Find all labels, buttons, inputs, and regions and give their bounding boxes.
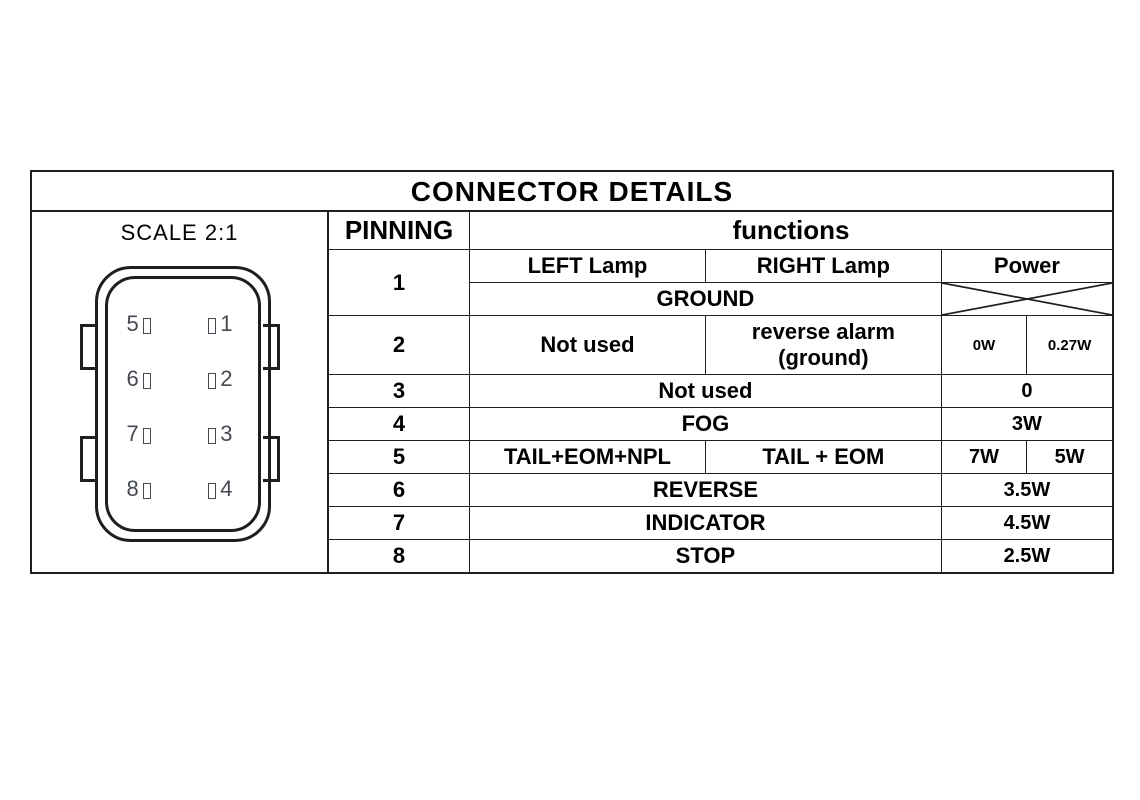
function-cell: INDICATOR	[470, 507, 942, 540]
function-cell: TAIL+EOM+NPL	[470, 441, 706, 474]
function-cell: reverse alarm (ground)	[705, 316, 941, 375]
function-cell: STOP	[470, 540, 942, 573]
table-row: PINNING functions	[329, 212, 1112, 250]
function-cell: TAIL + EOM	[705, 441, 941, 474]
col-header-functions: functions	[470, 212, 1112, 250]
function-cell: Not used	[470, 316, 706, 375]
function-cell: Not used	[470, 375, 942, 408]
col-header-right-lamp: RIGHT Lamp	[705, 250, 941, 283]
power-cell: 5W	[1027, 441, 1112, 474]
pin-number: 3	[329, 375, 470, 408]
table-row: 3 Not used 0	[329, 375, 1112, 408]
pin-table: PINNING functions 1 LEFT Lamp RIGHT Lamp…	[329, 212, 1112, 572]
connector-pin-labels: 5 1 6 2 7 3 8 4	[105, 276, 255, 526]
pin-number: 6	[329, 474, 470, 507]
table-row: 5 TAIL+EOM+NPL TAIL + EOM 7W 5W	[329, 441, 1112, 474]
power-cell: 0W	[941, 316, 1026, 375]
col-header-left-lamp: LEFT Lamp	[470, 250, 706, 283]
power-cell: 0	[941, 375, 1112, 408]
power-cell: 0.27W	[1027, 316, 1112, 375]
pin-number: 8	[329, 540, 470, 573]
connector-tab-icon	[80, 436, 97, 482]
pin-number: 5	[329, 441, 470, 474]
function-cell: REVERSE	[470, 474, 942, 507]
pin-label: 4	[208, 476, 232, 502]
connector-drawing: 5 1 6 2 7 3 8 4	[75, 266, 285, 536]
pin-label: 3	[208, 421, 232, 447]
connector-details-panel: CONNECTOR DETAILS SCALE 2:1 5 1 6	[30, 170, 1114, 574]
table-row: 7 INDICATOR 4.5W	[329, 507, 1112, 540]
table-row: 6 REVERSE 3.5W	[329, 474, 1112, 507]
pin-label: 7	[127, 421, 151, 447]
col-header-pinning: PINNING	[329, 212, 470, 250]
panel-body: SCALE 2:1 5 1 6 2	[32, 212, 1112, 572]
scale-label: SCALE 2:1	[32, 220, 327, 246]
pin-slot-icon	[143, 428, 151, 444]
connector-diagram-column: SCALE 2:1 5 1 6 2	[32, 212, 329, 572]
pin-slot-icon	[208, 373, 216, 389]
cross-icon	[942, 283, 1112, 315]
pin-label: 8	[127, 476, 151, 502]
table-row: 4 FOG 3W	[329, 408, 1112, 441]
pin-label: 2	[208, 366, 232, 392]
table-row: 2 Not used reverse alarm (ground) 0W 0.2…	[329, 316, 1112, 375]
col-header-power: Power	[941, 250, 1112, 283]
function-cell: FOG	[470, 408, 942, 441]
pin-label: 6	[127, 366, 151, 392]
power-cell: 3.5W	[941, 474, 1112, 507]
table-row: 8 STOP 2.5W	[329, 540, 1112, 573]
pin-slot-icon	[143, 483, 151, 499]
pin-label: 1	[208, 311, 232, 337]
power-cell-crossed	[941, 283, 1112, 316]
power-cell: 3W	[941, 408, 1112, 441]
pin-slot-icon	[143, 373, 151, 389]
power-cell: 7W	[941, 441, 1026, 474]
pin-number: 1	[329, 250, 470, 316]
table-row: 1 LEFT Lamp RIGHT Lamp Power	[329, 250, 1112, 283]
pin-slot-icon	[208, 483, 216, 499]
panel-title: CONNECTOR DETAILS	[32, 172, 1112, 212]
connector-tab-icon	[80, 324, 97, 370]
function-cell: GROUND	[470, 283, 942, 316]
pin-table-column: PINNING functions 1 LEFT Lamp RIGHT Lamp…	[329, 212, 1112, 572]
pin-number: 7	[329, 507, 470, 540]
power-cell: 4.5W	[941, 507, 1112, 540]
pin-label: 5	[127, 311, 151, 337]
pin-slot-icon	[208, 428, 216, 444]
pin-slot-icon	[143, 318, 151, 334]
pin-slot-icon	[208, 318, 216, 334]
power-cell: 2.5W	[941, 540, 1112, 573]
pin-number: 2	[329, 316, 470, 375]
pin-number: 4	[329, 408, 470, 441]
